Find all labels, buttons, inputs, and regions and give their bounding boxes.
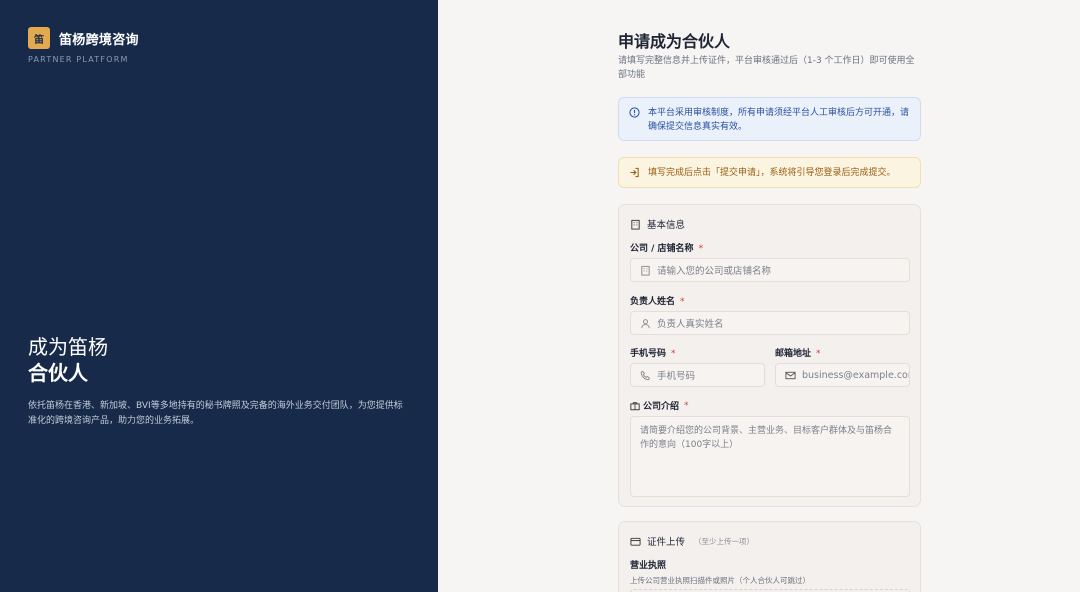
warning-notice: 填写完成后点击「提交申请」，系统将引导您登录后完成提交。 — [618, 157, 921, 188]
documents-hint: （至少上传一项） — [694, 536, 755, 546]
page-title: 申请成为合伙人 — [618, 32, 731, 51]
phone-placeholder: 手机号码 — [657, 371, 696, 382]
user-icon — [640, 318, 651, 329]
name-label: 负责人姓名 * — [630, 294, 685, 307]
id-card-icon — [630, 536, 641, 547]
intro-textarea[interactable]: 请简要介绍您的公司背景、主营业务、目标客户群体及与笛杨合作的意向（100字以上） — [630, 416, 910, 497]
required-mark: * — [816, 349, 821, 359]
name-label-text: 负责人姓名 — [630, 297, 676, 307]
name-placeholder: 负责人真实姓名 — [657, 319, 724, 330]
phone-label: 手机号码 * — [630, 346, 676, 359]
email-label: 邮箱地址 * — [775, 346, 821, 359]
building-icon — [630, 219, 641, 230]
hero-description: 依托笛杨在香港、新加坡、BVI等多地持有的秘书牌照及完备的海外业务交付团队，为您… — [28, 401, 403, 426]
required-mark: * — [684, 400, 689, 411]
building-icon — [640, 265, 651, 276]
license-label: 营业执照 — [630, 561, 667, 571]
name-input[interactable]: 负责人真实姓名 — [630, 311, 910, 335]
license-description: 上传公司营业执照扫描件或照片（个人合伙人可跳过） — [630, 576, 810, 585]
email-label-text: 邮箱地址 — [775, 349, 812, 359]
brand-name: 笛杨跨境咨询 — [59, 32, 139, 48]
mail-icon — [785, 370, 796, 381]
company-label-text: 公司 / 店铺名称 — [630, 244, 694, 254]
documents-header: 证件上传 （至少上传一项） — [630, 534, 754, 548]
company-label: 公司 / 店铺名称 * — [630, 241, 703, 254]
hero-title-line1: 成为笛杨 — [28, 335, 108, 359]
basic-info-card: 基本信息 公司 / 店铺名称 * 请输入您的公司或店铺名称 负责人姓名 * 负责人真… — [618, 204, 921, 507]
intro-label-text: 公司介绍 — [643, 402, 680, 412]
hero-title: 成为笛杨 合伙人 — [28, 334, 108, 386]
brand-panel: 笛 笛杨跨境咨询 PARTNER PLATFORM 成为笛杨 合伙人 依托笛杨在… — [0, 0, 438, 592]
company-placeholder: 请输入您的公司或店铺名称 — [657, 266, 772, 277]
required-mark: * — [671, 349, 676, 359]
documents-title: 证件上传 — [647, 537, 686, 548]
basic-info-title: 基本信息 — [647, 220, 686, 231]
brand: 笛 笛杨跨境咨询 — [28, 27, 139, 49]
email-input[interactable]: business@example.com — [775, 363, 910, 387]
info-icon — [629, 106, 641, 132]
phone-icon — [640, 370, 651, 381]
phone-label-text: 手机号码 — [630, 349, 667, 359]
required-mark: * — [698, 244, 704, 254]
info-notice: 本平台采用审核制度，所有申请须经平台人工审核后方可开通，请确保提交信息真实有效。 — [618, 97, 921, 141]
hero-title-line2: 合伙人 — [28, 361, 88, 385]
email-placeholder: business@example.com — [802, 369, 910, 381]
brand-subtitle: PARTNER PLATFORM — [28, 55, 129, 64]
company-input[interactable]: 请输入您的公司或店铺名称 — [630, 258, 910, 282]
briefcase-icon — [630, 401, 640, 411]
login-arrow-icon — [629, 167, 641, 178]
phone-input[interactable]: 手机号码 — [630, 363, 765, 387]
intro-label: 公司介绍 * — [630, 399, 689, 412]
brand-logo: 笛 — [28, 27, 50, 49]
warning-notice-text: 填写完成后点击「提交申请」，系统将引导您登录后完成提交。 — [648, 167, 896, 178]
basic-info-header: 基本信息 — [630, 217, 685, 231]
required-mark: * — [680, 297, 685, 307]
documents-card: 证件上传 （至少上传一项） 营业执照 上传公司营业执照扫描件或照片（个人合伙人可… — [618, 521, 921, 592]
page-subtitle: 请填写完整信息并上传证件，平台审核通过后（1-3 个工作日）即可使用全部功能 — [618, 56, 915, 80]
info-notice-text: 本平台采用审核制度，所有申请须经平台人工审核后方可开通，请确保提交信息真实有效。 — [648, 108, 910, 132]
